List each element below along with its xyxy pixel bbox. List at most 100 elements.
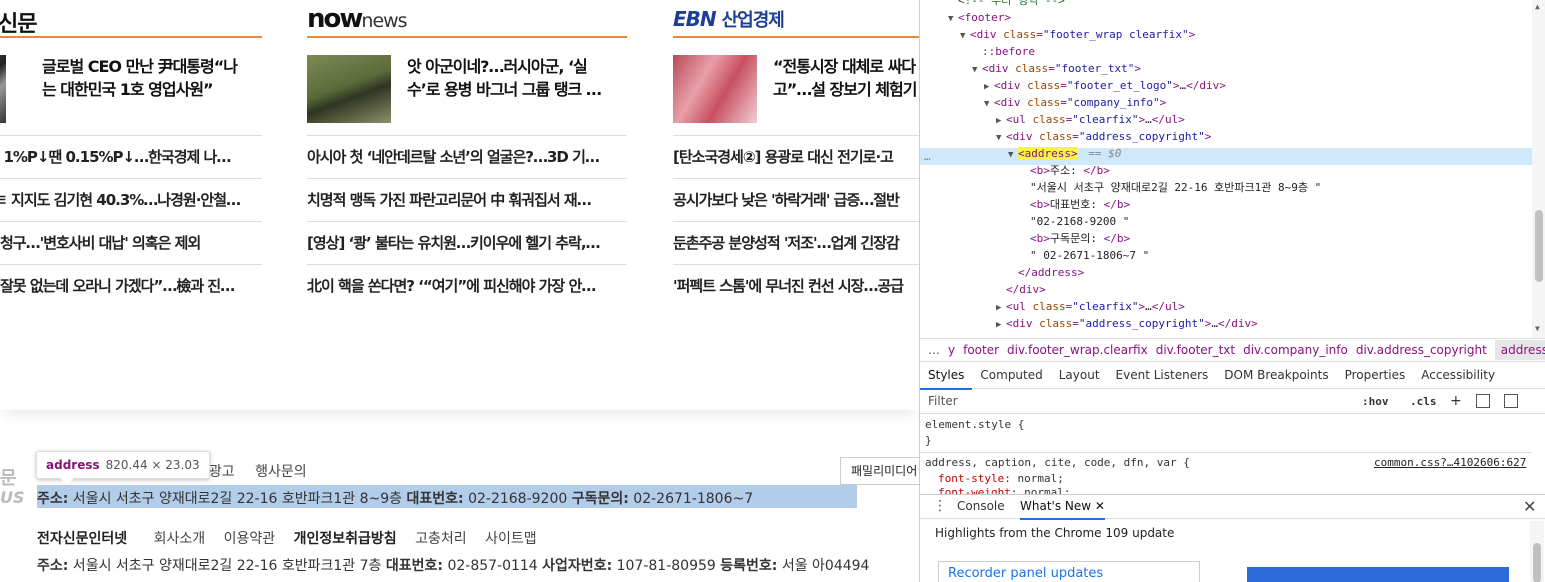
dom-node-line[interactable]: ▼ <div class="company_info"> (984, 94, 1166, 111)
expanded-triangle-icon[interactable]: ▼ (1008, 147, 1018, 164)
tooltip-size: 820.44 × 23.03 (105, 458, 200, 472)
tab-console[interactable]: Console (957, 495, 1005, 518)
tab-dom-breakpoints[interactable]: DOM Breakpoints (1216, 363, 1336, 388)
expanded-triangle-icon[interactable]: ▼ (948, 11, 958, 28)
node-actions-ellipsis[interactable]: … (924, 148, 931, 165)
dom-node-line[interactable]: ▼ <div class="footer_txt"> (972, 60, 1141, 77)
expanded-triangle-icon[interactable]: ▼ (972, 62, 982, 79)
column-3-logo[interactable]: EBN 산업경제 (673, 6, 785, 32)
address-style-rule[interactable]: address, caption, cite, code, dfn, var {… (925, 455, 1526, 471)
whats-new-card[interactable]: Recorder panel updates (938, 561, 1200, 582)
headline[interactable]: 치명적 맹독 가진 파란고리문어 中 훠궈집서 재… (307, 179, 627, 222)
column-1-feature-title[interactable]: 글로벌 CEO 만난 尹대통령“나 는 대한민국 1호 영업사원” (42, 55, 262, 101)
tab-event-listeners[interactable]: Event Listeners (1108, 363, 1217, 388)
hov-toggle[interactable]: :hov (1362, 390, 1389, 413)
tab-whats-new[interactable]: What's New ✕ (1020, 495, 1105, 520)
cls-toggle[interactable]: .cls (1410, 390, 1437, 413)
dom-node-line[interactable]: ▶ <div class="address_copyright">…</div> (996, 315, 1258, 332)
headline[interactable]: - 1%P↓땐 0.15%P↓…한국경제 나… (0, 136, 262, 179)
headline[interactable]: 잘못 없는데 오라니 가겠다”…檢과 진… (0, 265, 262, 308)
breadcrumb-item[interactable]: div.company_info (1243, 343, 1348, 357)
dom-node-line[interactable]: ▼ <div class="address_copyright"> (996, 128, 1211, 145)
dom-node-line[interactable]: ▼ <div class="footer_wrap clearfix"> (960, 26, 1195, 43)
breadcrumb-ellipsis[interactable]: … (928, 343, 940, 357)
dom-node-line[interactable]: "서울시 서초구 양재대로2길 22-16 호반파크1관 8~9층 " (1020, 179, 1321, 196)
new-rule-icon[interactable]: + (1450, 390, 1462, 413)
scroll-up-icon[interactable]: ▲ (1535, 2, 1540, 11)
dom-node-line[interactable]: <b>주소: </b> (1020, 162, 1110, 179)
dom-node-line[interactable]: ▶ <ul class="clearfix">…</ul> (996, 111, 1185, 128)
headline[interactable]: [탄소국경세②] 용광로 대신 전기로·고 (673, 136, 920, 179)
headline[interactable]: 둔촌주공 분양성적 '저조'…업계 긴장감 (673, 222, 920, 265)
tab-styles[interactable]: Styles (920, 363, 973, 390)
headline[interactable]: 공시가보다 낮은 '하락거래' 급증…절반 (673, 179, 920, 222)
dom-node-line[interactable]: </div> (996, 281, 1046, 298)
styles-filter-input[interactable]: Filter (928, 390, 958, 413)
scrollbar-thumb[interactable] (1535, 210, 1543, 282)
scroll-down-icon[interactable]: ▼ (1535, 324, 1540, 333)
family-site-select[interactable]: 패밀리미디어 (840, 457, 920, 485)
dom-node-line[interactable]: " 02-2671-1806~7 " (1020, 247, 1149, 264)
headline[interactable]: 北이 핵을 쏜다면? ‘“여기”에 피신해야 가장 안… (307, 265, 627, 308)
expanded-triangle-icon[interactable]: ▼ (984, 96, 994, 113)
breadcrumb-item[interactable]: div.footer_wrap.clearfix (1007, 343, 1148, 357)
dom-node-line[interactable]: ▶ <ul class="clearfix">…</ul> (996, 298, 1185, 315)
toggle-sidebar-icon[interactable] (1504, 394, 1518, 408)
column-3-feature-title[interactable]: “전통시장 대체로 싸다 고”…설 장보기 체험기 (773, 55, 920, 101)
rule-source-link[interactable]: common.css?…4102606:627 (1374, 455, 1526, 471)
footer-link-about[interactable]: 회사소개 (154, 531, 206, 547)
dom-node-line[interactable]: <b>구독문의: </b> (1020, 230, 1130, 247)
tab-layout[interactable]: Layout (1051, 363, 1108, 388)
breadcrumb-item[interactable]: footer (963, 343, 999, 357)
dom-node-line[interactable]: "02-2168-9200 " (1020, 213, 1129, 230)
more-tools-icon[interactable]: ⋮ (933, 498, 947, 514)
dom-attr-name: class (1039, 130, 1073, 143)
dom-node-line[interactable]: ▶ <div class="footer_et_logo">…</div> (984, 77, 1226, 94)
headline[interactable]: '퍼펙트 스톰'에 무너진 컨선 시장…공급 (673, 265, 920, 308)
breadcrumb-item[interactable]: div.address_copyright (1356, 343, 1487, 357)
dom-node-line[interactable]: ▼ <address> == $0 (1008, 145, 1121, 162)
drawer-scrollbar[interactable] (1530, 521, 1544, 582)
dom-node-line[interactable]: <!-- 푸터 영역 --> (948, 0, 1065, 9)
tab-computed[interactable]: Computed (972, 363, 1050, 388)
paint-brush-icon[interactable] (1476, 394, 1490, 408)
headline[interactable]: [영상] ‘쾅’ 불타는 유치원…키이우에 헬기 추락,… (307, 222, 627, 265)
footer-link-privacy[interactable]: 개인정보취급방침 (294, 531, 397, 547)
column-1-feature[interactable]: 글로벌 CEO 만난 尹대통령“나 는 대한민국 1호 영업사원” (0, 38, 262, 136)
tab-accessibility[interactable]: Accessibility (1413, 363, 1503, 388)
column-1-thumbnail[interactable] (0, 55, 6, 123)
dom-tree-scrollbar[interactable]: ▲ ▼ (1532, 0, 1545, 338)
scrollbar-thumb[interactable] (1533, 543, 1541, 582)
breadcrumb-current[interactable]: address (1494, 340, 1545, 360)
column-2-feature-title[interactable]: 앗 아군이네?…러시아군, ‘실 수’로 용병 바그너 그룹 탱크 … (407, 55, 627, 101)
dom-node-line[interactable]: </address> (1008, 264, 1084, 281)
expanded-triangle-icon[interactable]: ▼ (996, 130, 1006, 147)
close-tab-icon[interactable]: ✕ (1095, 499, 1105, 513)
footer-link-terms[interactable]: 이용약관 (224, 531, 276, 547)
dom-node-line[interactable]: ::before (972, 43, 1035, 60)
dom-node-line[interactable]: ▼ <footer> (948, 9, 1011, 26)
elements-dom-tree[interactable]: … <!-- 푸터 영역 --> ▼ <footer> ▼ <div class="fo… (920, 0, 1532, 338)
column-2-thumbnail[interactable] (307, 55, 391, 123)
headline[interactable]: ㅌ 지지도 김기현 40.3%…나경원·안철… (0, 179, 262, 222)
dom-tag: </b> (1103, 198, 1131, 211)
column-1-logo[interactable]: 신문 (0, 6, 37, 38)
column-2-feature[interactable]: 앗 아군이네?…러시아군, ‘실 수’로 용병 바그너 그룹 탱크 … (307, 38, 627, 136)
expanded-triangle-icon[interactable]: ▼ (960, 28, 970, 45)
footer-link-sitemap[interactable]: 사이트맵 (485, 531, 537, 547)
column-3-thumbnail[interactable] (673, 55, 757, 123)
breadcrumb-item[interactable]: div.footer_txt (1156, 343, 1235, 357)
tab-properties[interactable]: Properties (1337, 363, 1414, 388)
element-style-rule[interactable]: element.style { (925, 417, 1024, 433)
dom-node-line[interactable]: <b>대표번호: </b> (1020, 196, 1130, 213)
breadcrumb-item[interactable]: y (948, 343, 955, 357)
collapsed-triangle-icon[interactable]: ▶ (996, 317, 1006, 334)
close-drawer-icon[interactable]: ✕ (1523, 497, 1536, 516)
column-3-feature[interactable]: “전통시장 대체로 싸다 고”…설 장보기 체험기 (673, 38, 920, 136)
headline[interactable]: 청구…'변호사비 대납' 의혹은 제외 (0, 222, 262, 265)
footer-link-grievance[interactable]: 고충처리 (415, 531, 467, 547)
headline[interactable]: 아시아 첫 ‘네안데르탈 소년’의 얼굴은?…3D 기… (307, 136, 627, 179)
footer-link-event[interactable]: 행사문의 (255, 464, 307, 480)
column-2-logo[interactable]: nownews (307, 4, 408, 34)
dom-attr-value: "clearfix" (1072, 113, 1139, 126)
